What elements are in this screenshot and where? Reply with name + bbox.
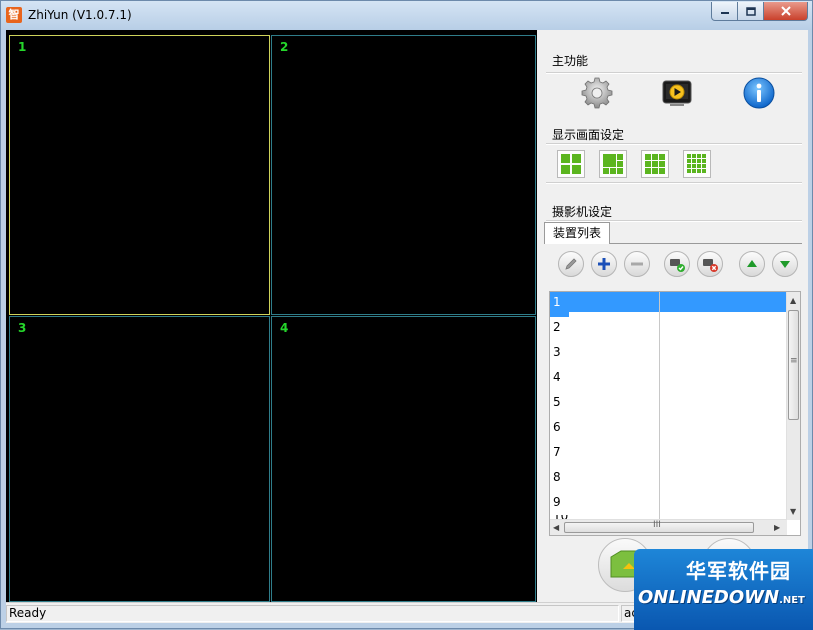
tab-device-list[interactable]: 装置列表 xyxy=(544,222,611,244)
video-pane-3[interactable]: 3 xyxy=(9,316,270,602)
add-icon xyxy=(598,258,610,270)
section-divider xyxy=(546,72,802,74)
connect-device-button[interactable] xyxy=(664,251,690,277)
video-grid: 1 2 3 4 xyxy=(6,30,537,602)
horizontal-scrollbar[interactable]: ◀ III ▶ xyxy=(550,519,787,535)
camera-settings-title: 摄影机设定 xyxy=(552,205,613,219)
video-pane-label: 2 xyxy=(280,40,289,54)
row-index: 7 xyxy=(553,445,561,459)
maximize-button[interactable] xyxy=(738,2,764,21)
vertical-scroll-thumb[interactable]: ≡ xyxy=(788,310,799,420)
layout-1plus5-button[interactable] xyxy=(599,150,627,178)
layout-2x2-button[interactable] xyxy=(557,150,585,178)
layout-4x4-icon xyxy=(687,154,706,173)
control-sidebar: 主功能 显示画面设定 摄影机设定 装置列表 1 2 3 4 5 6 7 8 9 … xyxy=(540,30,808,602)
move-down-icon xyxy=(780,261,790,268)
app-window: 智 ZhiYun (V1.0.7.1) 1 2 3 4 主功能 显示画面设定 摄… xyxy=(0,0,813,630)
status-text: Ready xyxy=(6,605,619,622)
row-cell xyxy=(660,292,786,312)
device-row-5[interactable]: 5 xyxy=(550,392,787,417)
row-cell xyxy=(569,292,659,312)
display-settings-title: 显示画面设定 xyxy=(552,128,625,142)
row-index: 3 xyxy=(553,345,561,359)
device-tab-row: 装置列表 xyxy=(544,222,802,244)
row-index: 9 xyxy=(553,495,561,509)
device-row-2[interactable]: 2 xyxy=(550,317,787,342)
disconnect-icon xyxy=(703,259,718,272)
video-pane-1[interactable]: 1 xyxy=(9,35,270,315)
video-pane-label: 1 xyxy=(18,40,27,54)
add-device-button[interactable] xyxy=(591,251,617,277)
watermark-logo: 华军软件园 ONLINEDOWN.NET xyxy=(634,549,813,630)
section-divider xyxy=(546,182,802,184)
remove-device-button[interactable] xyxy=(624,251,650,277)
app-logo-icon: 智 xyxy=(6,7,22,23)
watermark-cn-text: 华军软件园 xyxy=(686,559,791,583)
vertical-scrollbar[interactable]: ▲ ≡ ▼ xyxy=(786,292,800,520)
settings-gear-icon[interactable] xyxy=(580,76,614,110)
main-functions-title: 主功能 xyxy=(552,54,589,68)
move-down-button[interactable] xyxy=(772,251,798,277)
layout-4x4-button[interactable] xyxy=(683,150,711,178)
layout-2x2-icon xyxy=(561,154,581,174)
window-title: ZhiYun (V1.0.7.1) xyxy=(28,8,132,22)
info-icon[interactable] xyxy=(742,76,776,110)
watermark-en-text: ONLINEDOWN.NET xyxy=(638,587,805,608)
minimize-icon xyxy=(720,12,729,14)
edit-device-button[interactable] xyxy=(558,251,584,277)
row-index: 1 xyxy=(550,292,569,317)
disconnect-device-button[interactable] xyxy=(697,251,723,277)
video-pane-2[interactable]: 2 xyxy=(271,35,536,315)
device-row-1[interactable]: 1 xyxy=(550,292,787,317)
scroll-down-arrow-icon[interactable]: ▼ xyxy=(790,507,796,516)
move-up-button[interactable] xyxy=(739,251,765,277)
device-row-3[interactable]: 3 xyxy=(550,342,787,367)
playback-icon[interactable] xyxy=(660,76,694,110)
window-controls xyxy=(711,2,808,22)
video-pane-label: 4 xyxy=(280,321,289,335)
row-index: 6 xyxy=(553,420,561,434)
watermark-en-main: ONLINEDOWN xyxy=(638,587,780,608)
close-icon xyxy=(780,6,791,16)
layout-1plus5-icon xyxy=(603,154,623,174)
device-row-4[interactable]: 4 xyxy=(550,367,787,392)
client-area: 1 2 3 4 主功能 显示画面设定 摄影机设定 装置列表 1 2 3 4 5 … xyxy=(6,30,808,623)
device-list[interactable]: 1 2 3 4 5 6 7 8 9 ▲ ≡ ▼ ◀ III ▶ xyxy=(549,291,801,536)
section-divider xyxy=(546,143,802,145)
maximize-icon xyxy=(745,6,756,16)
scroll-grip-icon: III xyxy=(653,520,661,530)
scroll-right-arrow-icon[interactable]: ▶ xyxy=(774,523,780,532)
layout-3x3-button[interactable] xyxy=(641,150,669,178)
row-index: 5 xyxy=(553,395,561,409)
device-row-8[interactable]: 8 xyxy=(550,467,787,492)
device-row-9[interactable]: 9 xyxy=(550,492,787,517)
remove-icon xyxy=(631,262,643,266)
watermark-en-suffix: .NET xyxy=(779,595,805,606)
video-pane-label: 3 xyxy=(18,321,27,335)
horizontal-scroll-thumb[interactable]: III xyxy=(564,520,754,533)
row-index: 4 xyxy=(553,370,561,384)
move-up-icon xyxy=(747,260,757,267)
scroll-left-arrow-icon[interactable]: ◀ xyxy=(553,523,559,532)
scroll-up-arrow-icon[interactable]: ▲ xyxy=(790,296,796,305)
minimize-button[interactable] xyxy=(711,2,738,21)
connect-icon xyxy=(670,259,685,272)
title-bar[interactable]: 智 ZhiYun (V1.0.7.1) xyxy=(1,1,812,30)
edit-icon xyxy=(565,258,577,270)
device-row-6[interactable]: 6 xyxy=(550,417,787,442)
row-index: 8 xyxy=(553,470,561,484)
layout-3x3-icon xyxy=(645,154,665,174)
video-pane-4[interactable]: 4 xyxy=(271,316,536,602)
close-button[interactable] xyxy=(764,2,808,21)
scroll-grip-icon: ≡ xyxy=(790,356,798,366)
row-index: 2 xyxy=(553,320,561,334)
device-row-7[interactable]: 7 xyxy=(550,442,787,467)
